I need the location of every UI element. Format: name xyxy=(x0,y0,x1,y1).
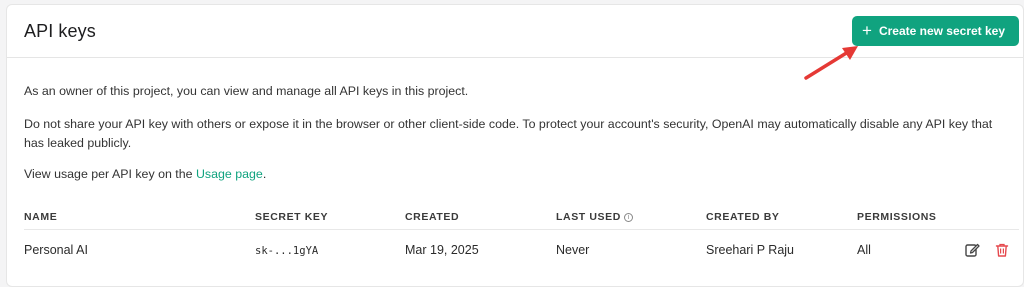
plus-icon: + xyxy=(862,20,872,40)
row-created: Mar 19, 2025 xyxy=(405,243,479,257)
create-secret-key-button[interactable]: + Create new secret key xyxy=(852,16,1019,46)
annotation-arrow xyxy=(804,46,858,80)
table-header-divider xyxy=(24,229,1019,230)
row-secret-key: sk-...1gYA xyxy=(255,245,319,257)
row-name: Personal AI xyxy=(24,243,88,257)
column-header-last-used-label: LAST USED xyxy=(556,211,621,223)
info-icon[interactable]: i xyxy=(623,213,633,222)
usage-page-link[interactable]: Usage page xyxy=(196,167,263,181)
delete-icon[interactable] xyxy=(994,242,1010,258)
edit-icon[interactable] xyxy=(964,242,980,258)
row-last-used: Never xyxy=(556,243,590,257)
usage-note-suffix: . xyxy=(262,167,267,181)
column-header-secret-key: SECRET KEY xyxy=(255,211,329,223)
page-title: API keys xyxy=(24,21,96,41)
column-header-permissions: PERMISSIONS xyxy=(857,211,937,223)
column-header-created: CREATED xyxy=(405,211,460,223)
column-header-created-by: CREATED BY xyxy=(706,211,780,223)
panel-header: API keys + Create new secret key xyxy=(7,5,1023,58)
row-permissions: All xyxy=(857,243,871,257)
column-header-name: NAME xyxy=(24,211,58,223)
api-keys-panel: API keys + Create new secret key As an o… xyxy=(6,4,1024,287)
security-warning: Do not share your API key with others or… xyxy=(24,117,993,150)
owner-description: As an owner of this project, you can vie… xyxy=(24,84,469,98)
usage-note: View usage per API key on the Usage page… xyxy=(24,165,266,184)
usage-note-prefix: View usage per API key on the xyxy=(24,167,196,181)
column-header-last-used: LAST USED i xyxy=(556,211,633,223)
create-secret-key-label: Create new secret key xyxy=(878,24,1006,38)
row-created-by: Sreehari P Raju xyxy=(706,243,795,257)
